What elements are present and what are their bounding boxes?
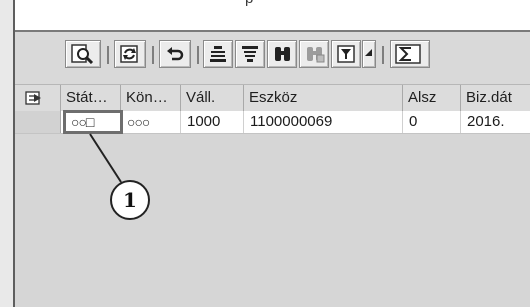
sap-window: p (0, 0, 530, 307)
callout-leader-line (89, 133, 122, 183)
callout-badge: 1 (110, 180, 150, 220)
